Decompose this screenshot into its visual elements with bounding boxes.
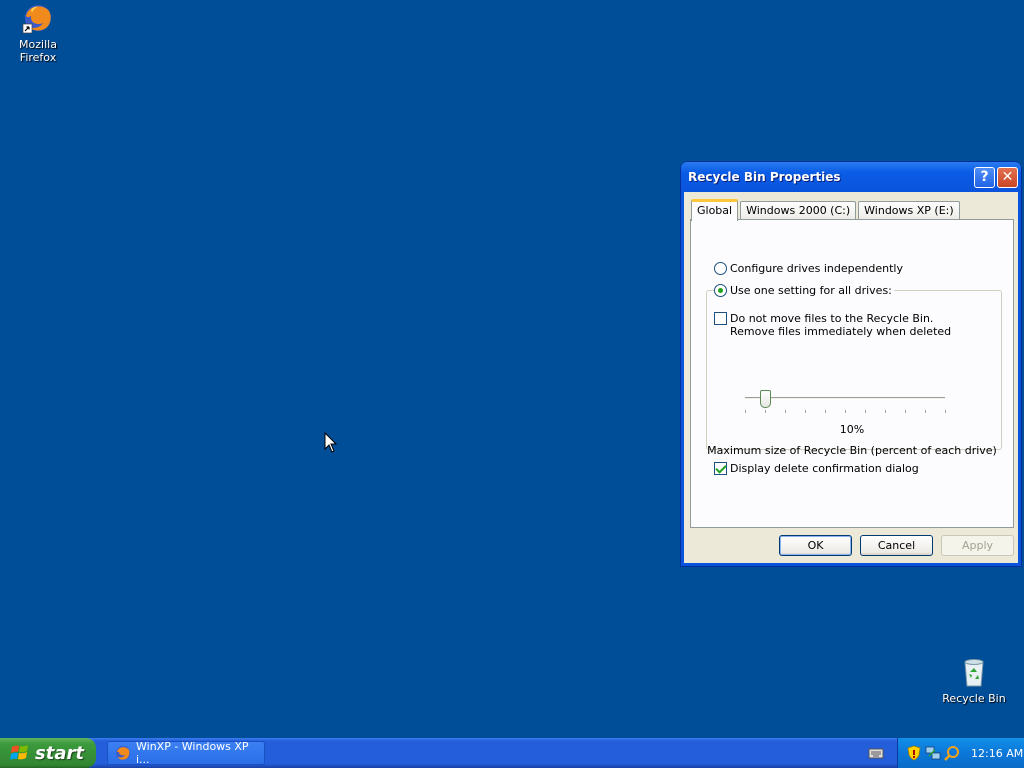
slider-tick (865, 410, 866, 413)
taskbar: start WinXP - Windows XP i... 12:16 AM (0, 738, 1024, 768)
do-not-move-checkbox[interactable] (714, 312, 727, 325)
start-button[interactable]: start (0, 738, 96, 768)
slider-track (745, 397, 945, 400)
display-confirmation-label: Display delete confirmation dialog (730, 462, 919, 475)
tab-windows-xp-e[interactable]: Windows XP (E:) (858, 201, 960, 220)
display-confirmation-checkbox[interactable] (714, 462, 727, 475)
slider-tick (905, 410, 906, 413)
clock[interactable]: 12:16 AM (971, 747, 1023, 760)
slider-thumb[interactable] (760, 390, 771, 408)
slider-description: Maximum size of Recycle Bin (percent of … (707, 444, 997, 457)
dialog-client-area: Global Windows 2000 (C:) Windows XP (E:)… (684, 192, 1018, 563)
use-one-setting-label: Use one setting for all drives: (730, 284, 892, 297)
desktop-icon-label: Recycle Bin (942, 692, 1006, 705)
desktop-icon-recycle-bin[interactable]: Recycle Bin (936, 656, 1012, 705)
slider-tick (925, 410, 926, 413)
recycle-bin-properties-dialog: Recycle Bin Properties ? ✕ Global Window… (681, 162, 1021, 566)
configure-independently-label: Configure drives independently (730, 262, 903, 275)
slider-tick (945, 410, 946, 413)
close-button[interactable]: ✕ (997, 166, 1018, 188)
slider-tick (785, 410, 786, 413)
firefox-icon (115, 745, 131, 761)
taskbar-button-firefox[interactable]: WinXP - Windows XP i... (107, 740, 265, 766)
do-not-move-option[interactable]: Do not move files to the Recycle Bin. Re… (714, 312, 951, 338)
display-confirmation-option[interactable]: Display delete confirmation dialog (714, 462, 919, 475)
recycle-bin-icon (958, 656, 990, 688)
configure-independently-option[interactable]: Configure drives independently (714, 262, 903, 275)
do-not-move-label-line1: Do not move files to the Recycle Bin. (730, 312, 934, 325)
slider-percent-value: 10% (839, 423, 865, 436)
apply-button[interactable]: Apply (941, 535, 1014, 556)
slider-tick (825, 410, 826, 413)
use-one-setting-radio[interactable] (714, 284, 727, 297)
firefox-shortcut-icon (22, 2, 54, 34)
desktop-icon-firefox[interactable]: Mozilla Firefox (0, 2, 76, 64)
mouse-cursor-icon (324, 431, 338, 454)
security-shield-icon[interactable] (906, 745, 922, 761)
slider-tick (885, 410, 886, 413)
taskbar-button-label: WinXP - Windows XP i... (136, 740, 249, 766)
use-one-setting-option[interactable]: Use one setting for all drives: (714, 284, 894, 297)
do-not-move-label-line2: Remove files immediately when deleted (730, 325, 952, 338)
ok-button[interactable]: OK (779, 535, 852, 556)
tab-global[interactable]: Global (691, 199, 739, 221)
desktop-icon-label: Mozilla Firefox (19, 38, 57, 64)
configure-independently-radio[interactable] (714, 262, 727, 275)
max-size-slider[interactable] (739, 390, 951, 414)
slider-tick (765, 410, 766, 413)
slider-tick (845, 410, 846, 413)
slider-tick (745, 410, 746, 413)
window-title: Recycle Bin Properties (688, 170, 841, 184)
keyboard-icon[interactable] (868, 746, 884, 760)
search-icon[interactable] (944, 745, 960, 761)
tab-strip: Global Windows 2000 (C:) Windows XP (E:) (691, 198, 962, 221)
help-button[interactable]: ? (974, 166, 995, 188)
start-label: start (35, 742, 84, 764)
title-bar[interactable]: Recycle Bin Properties ? ✕ (681, 162, 1021, 192)
slider-tick (805, 410, 806, 413)
tab-windows-2000-c[interactable]: Windows 2000 (C:) (740, 201, 857, 220)
cancel-button[interactable]: Cancel (860, 535, 933, 556)
tab-panel-global: Configure drives independently Use one s… (690, 219, 1014, 528)
system-tray: 12:16 AM (897, 738, 1024, 768)
network-icon[interactable] (925, 745, 941, 761)
windows-flag-icon (10, 743, 30, 763)
